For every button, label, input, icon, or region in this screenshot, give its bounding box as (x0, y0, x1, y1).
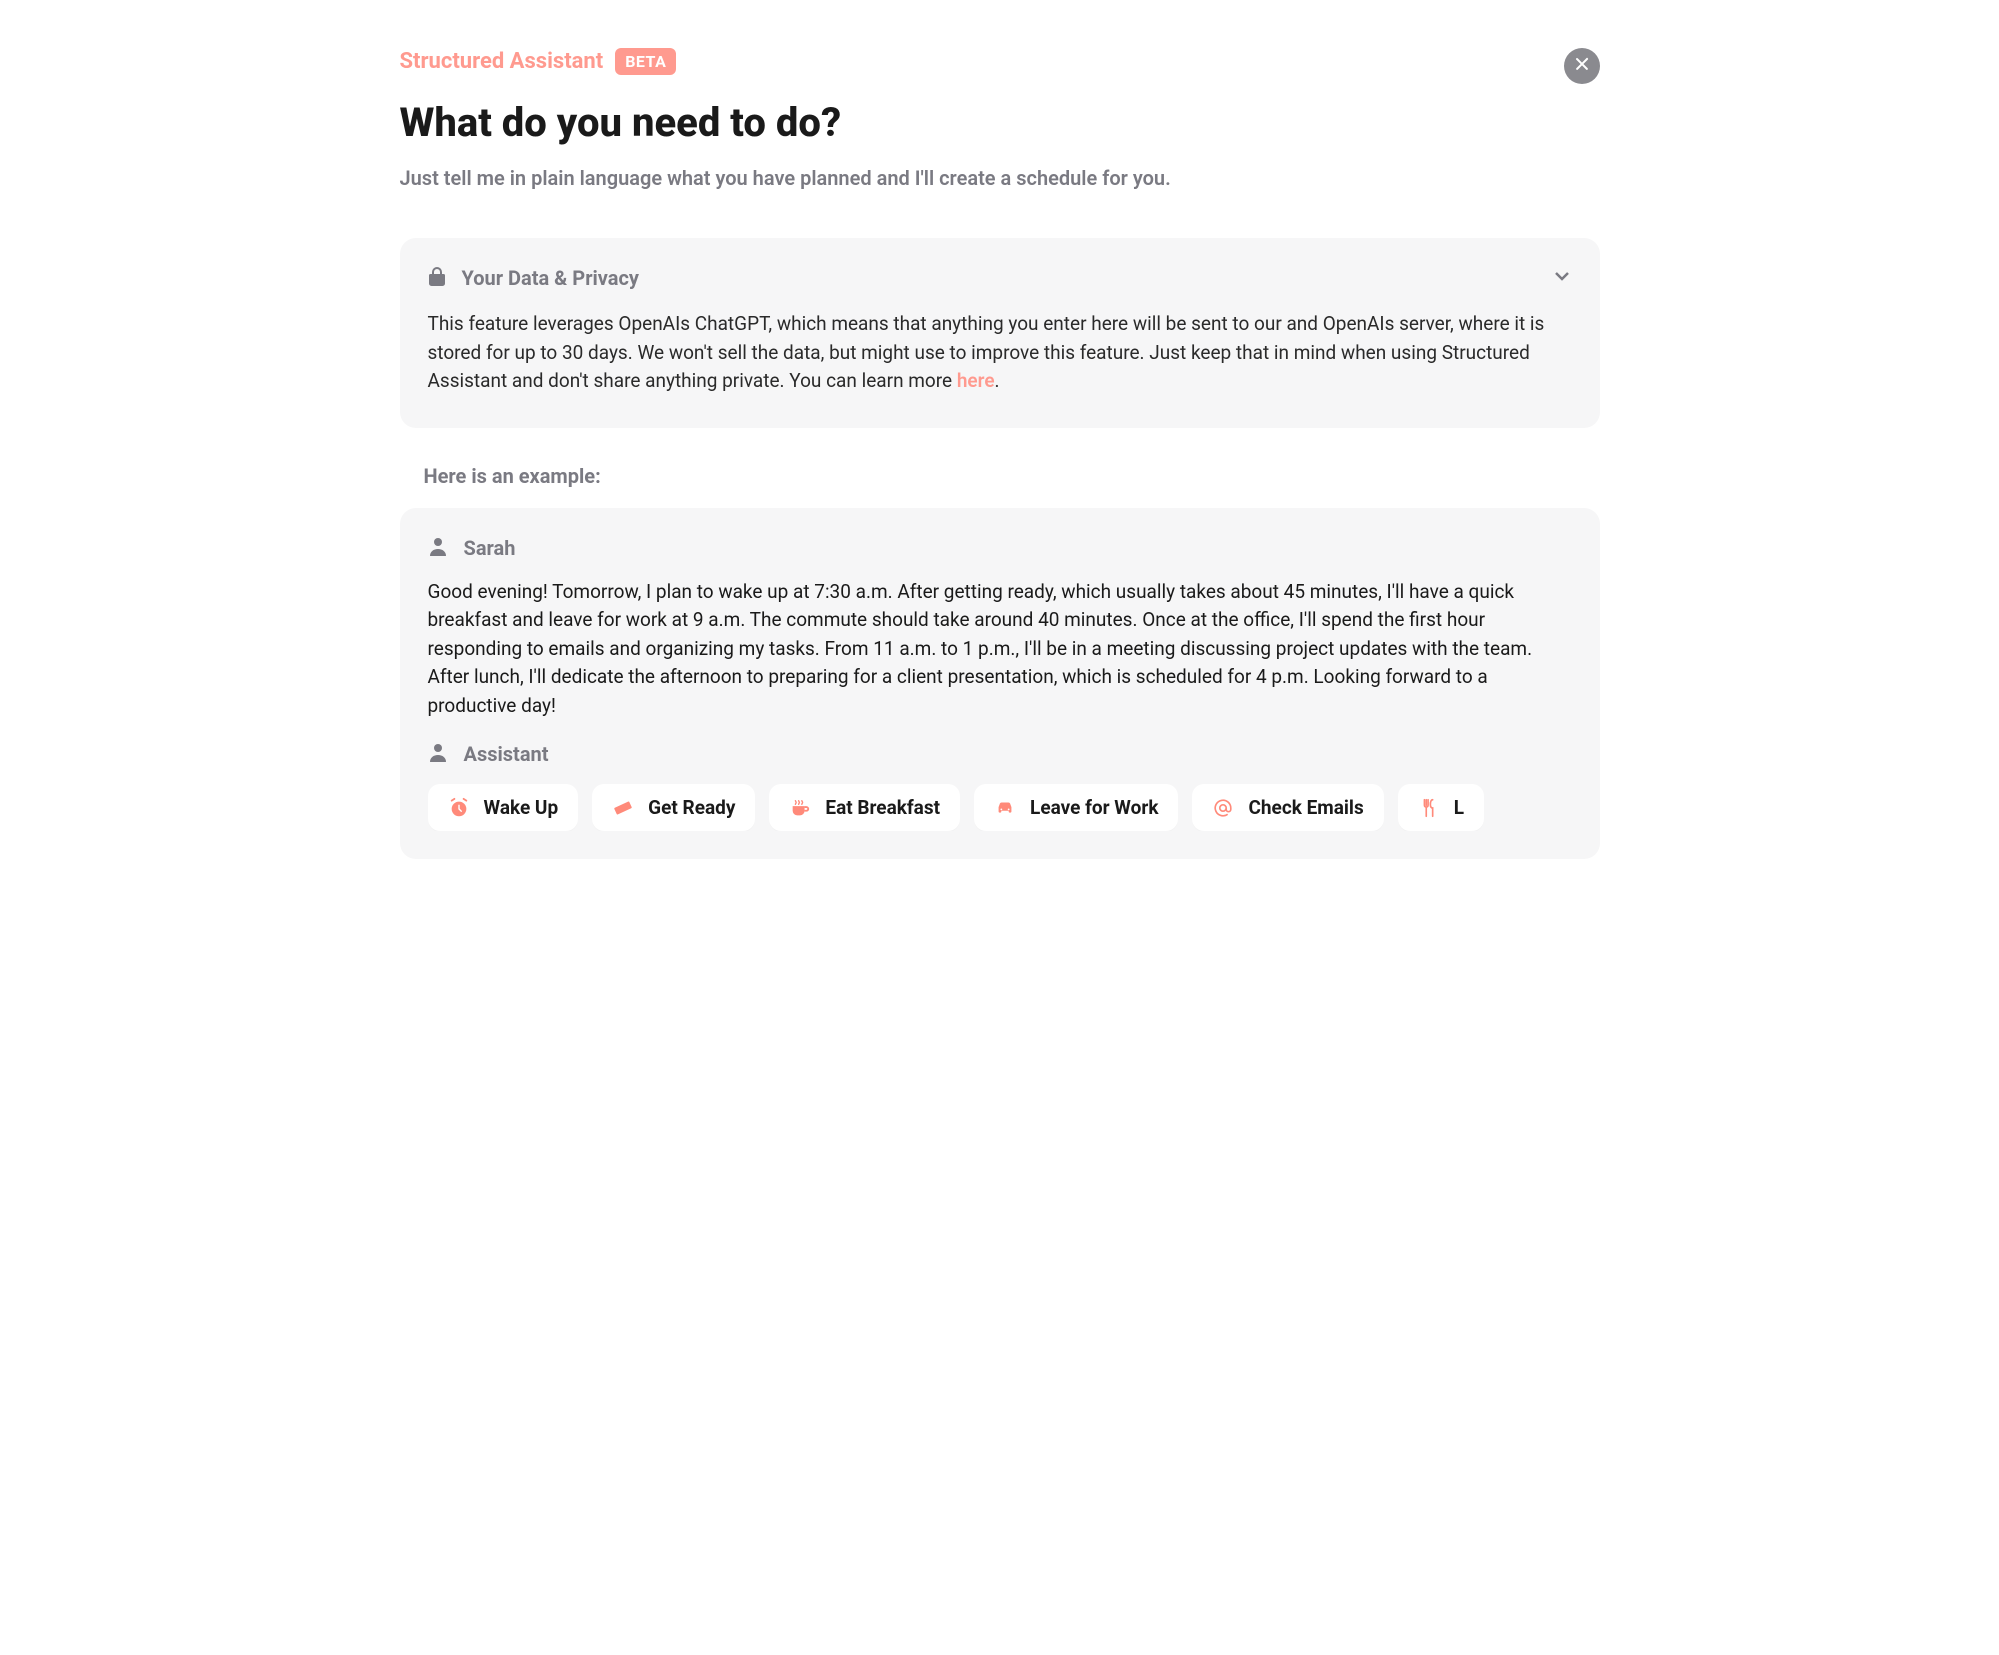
chip-get-ready[interactable]: Get Ready (592, 784, 755, 831)
chip-eat-breakfast[interactable]: Eat Breakfast (769, 784, 960, 831)
person-icon (428, 536, 448, 560)
example-card: Sarah Good evening! Tomorrow, I plan to … (400, 508, 1600, 860)
example-user-name: Sarah (464, 536, 516, 560)
chip-label: Eat Breakfast (825, 796, 940, 819)
privacy-body-after: . (995, 369, 1000, 392)
example-user-message: Good evening! Tomorrow, I plan to wake u… (428, 578, 1572, 721)
car-icon (994, 797, 1016, 819)
privacy-card: Your Data & Privacy This feature leverag… (400, 238, 1600, 428)
utensils-icon (1418, 797, 1440, 819)
chip-label: Wake Up (484, 796, 559, 819)
chip-check-emails[interactable]: Check Emails (1192, 784, 1383, 831)
example-label: Here is an example: (424, 464, 1600, 488)
alarm-clock-icon (448, 797, 470, 819)
page-title: What do you need to do? (400, 99, 1600, 146)
ruler-icon (612, 797, 634, 819)
privacy-toggle[interactable]: Your Data & Privacy (428, 266, 1572, 290)
chip-lunch-partial[interactable]: L (1398, 784, 1484, 831)
brand-title: Structured Assistant (400, 49, 604, 74)
close-button[interactable] (1564, 48, 1600, 84)
chip-leave-for-work[interactable]: Leave for Work (974, 784, 1178, 831)
coffee-icon (789, 797, 811, 819)
privacy-learn-more-link[interactable]: here (957, 369, 995, 392)
person-icon (428, 742, 448, 766)
lock-icon (428, 266, 446, 290)
chip-label: Get Ready (648, 796, 735, 819)
at-sign-icon (1212, 797, 1234, 819)
chip-wake-up[interactable]: Wake Up (428, 784, 579, 831)
privacy-title: Your Data & Privacy (462, 266, 639, 290)
privacy-body: This feature leverages OpenAIs ChatGPT, … (428, 310, 1572, 396)
close-icon (1574, 56, 1590, 76)
chip-label: Leave for Work (1030, 796, 1158, 819)
example-assistant-name: Assistant (464, 742, 549, 766)
chevron-down-icon (1552, 266, 1572, 290)
beta-badge: BETA (615, 48, 676, 75)
example-user-row: Sarah (428, 536, 1572, 560)
chip-label: L (1454, 796, 1464, 819)
example-assistant-row: Assistant (428, 742, 1572, 766)
chip-label: Check Emails (1248, 796, 1363, 819)
page-subtitle: Just tell me in plain language what you … (400, 166, 1600, 190)
chips-row: Wake Up Get Ready Eat Breakfast Leave fo… (428, 784, 1572, 831)
